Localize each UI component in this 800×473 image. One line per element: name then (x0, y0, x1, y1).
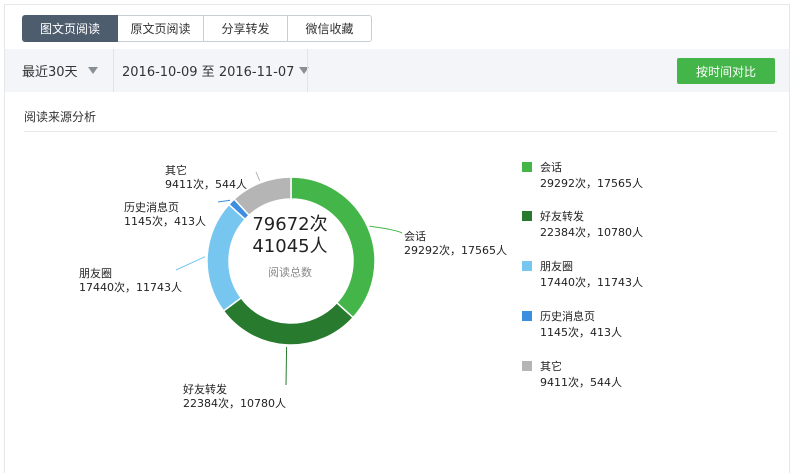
leader-line (255, 171, 261, 182)
leader-line (217, 199, 231, 203)
legend-values: 29292次，17565人 (540, 177, 643, 190)
legend-name: 朋友圈 (540, 260, 573, 273)
legend-swatch (522, 162, 532, 172)
legend-values: 9411次，544人 (540, 376, 622, 389)
leader-line (369, 225, 403, 234)
slice-label-name: 朋友圈 (79, 267, 112, 280)
legend-swatch (522, 311, 532, 321)
legend-swatch (522, 211, 532, 221)
chart-center-summary: 79672次 41045人 阅读总数 (237, 214, 343, 280)
legend-name: 会话 (540, 161, 562, 174)
legend-values: 17440次，11743人 (540, 276, 643, 289)
legend-swatch (522, 361, 532, 371)
legend-name: 其它 (540, 360, 562, 373)
slice-label-values: 1145次，413人 (124, 215, 206, 228)
slice-label-name: 其它 (165, 164, 187, 177)
slice-label-values: 17440次，11743人 (79, 281, 182, 294)
slice-label-name: 历史消息页 (124, 201, 179, 214)
slice-label-history: 历史消息页 1145次，413人 (124, 201, 206, 229)
slice-label-moments: 朋友圈 17440次，11743人 (79, 267, 182, 295)
total-caption: 阅读总数 (268, 266, 312, 279)
legend-swatch (522, 261, 532, 271)
total-people: 41045人 (252, 236, 328, 257)
legend-values: 1145次，413人 (540, 326, 622, 339)
slice-label-friend-forward: 好友转发 22384次，10780人 (183, 383, 286, 411)
legend-name: 好友转发 (540, 210, 584, 223)
slice-label-name: 会话 (404, 230, 426, 243)
slice-label-values: 9411次，544人 (165, 178, 247, 191)
total-times: 79672次 (252, 214, 328, 235)
donut-slice (222, 296, 355, 346)
legend-name: 历史消息页 (540, 310, 595, 323)
donut-chart (175, 171, 403, 386)
slice-label-conversation: 会话 29292次，17565人 (404, 230, 507, 258)
legend-values: 22384次，10780人 (540, 226, 643, 239)
slice-label-name: 好友转发 (183, 383, 227, 396)
leader-line (285, 346, 288, 386)
slice-label-values: 29292次，17565人 (404, 244, 507, 257)
slice-label-other: 其它 9411次，544人 (165, 164, 247, 192)
slice-label-values: 22384次，10780人 (183, 397, 286, 410)
